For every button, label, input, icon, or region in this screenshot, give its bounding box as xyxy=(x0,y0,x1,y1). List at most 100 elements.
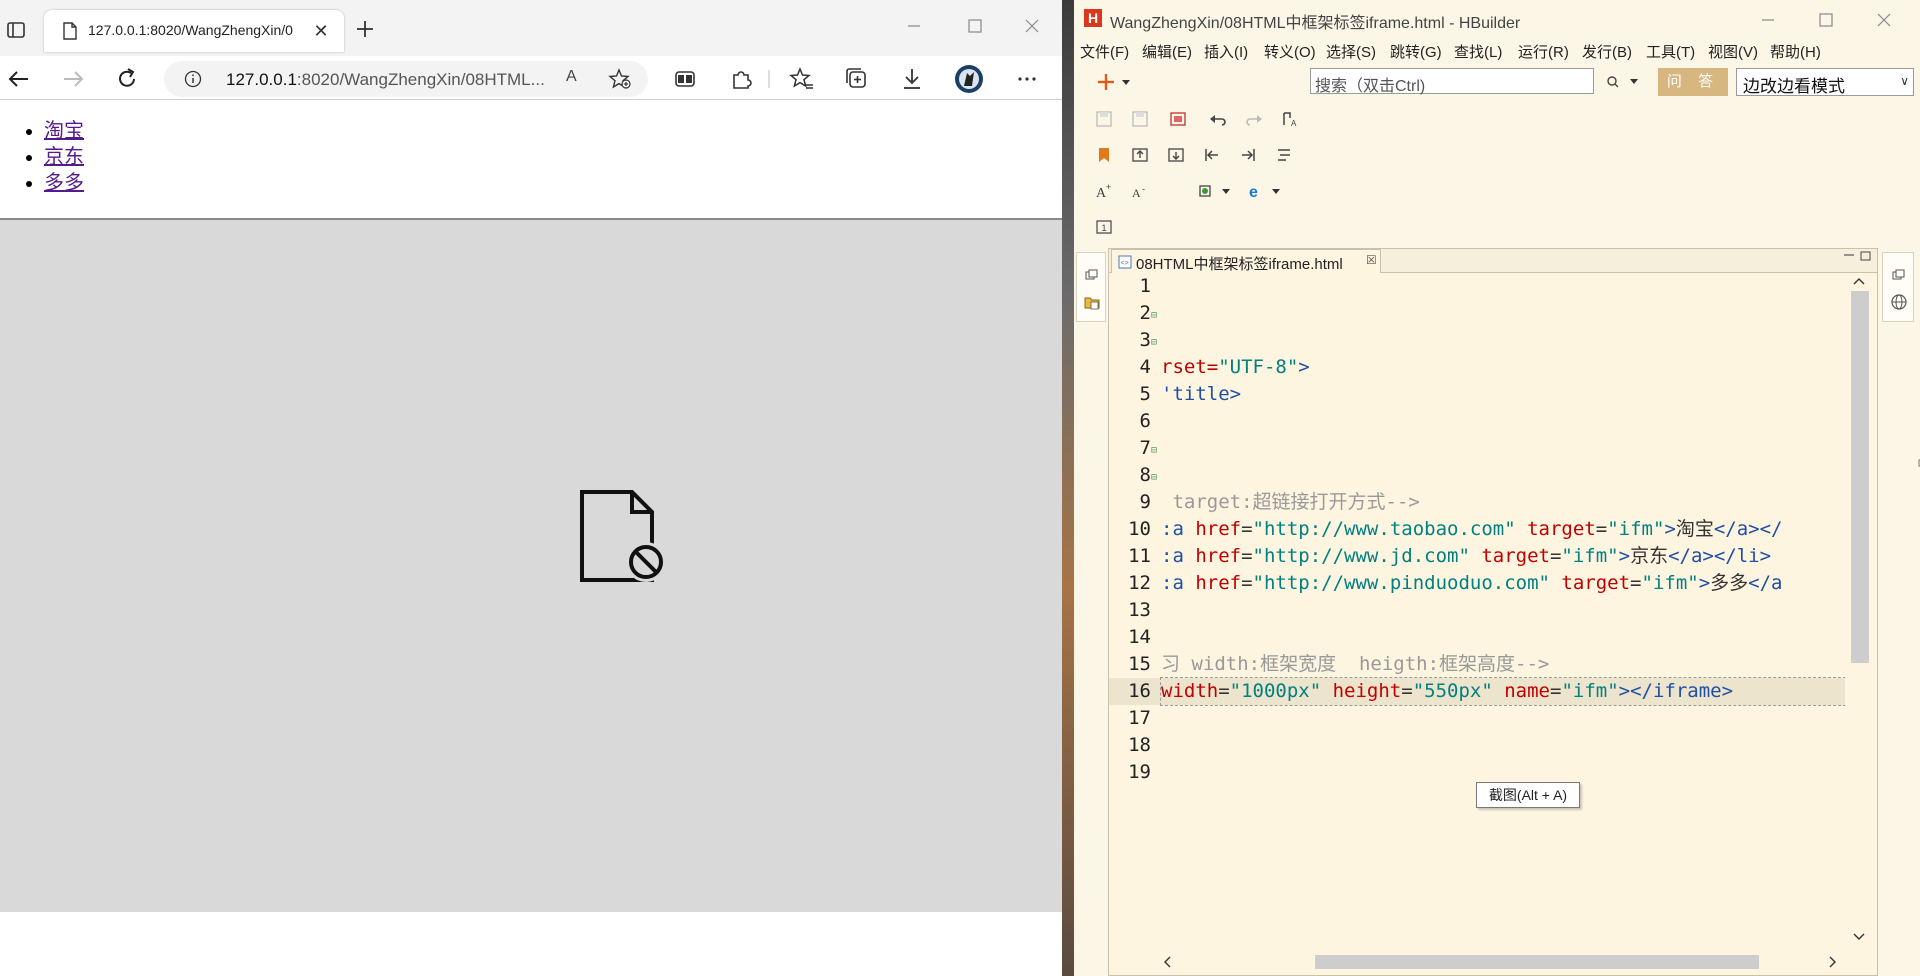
prev-bookmark-icon[interactable] xyxy=(1130,146,1150,164)
code-line[interactable]: 14 xyxy=(1109,624,1845,651)
downloads-icon[interactable] xyxy=(899,66,925,92)
next-bookmark-icon[interactable] xyxy=(1166,146,1186,164)
horizontal-scrollbar[interactable] xyxy=(1161,951,1845,973)
more-options-icon[interactable] xyxy=(1014,66,1040,92)
editor-tab[interactable]: <> 08HTML中框架标签iframe.html ☒ xyxy=(1111,249,1381,273)
address-bar[interactable]: 127.0.0.1:8020/WangZhengXin/08HTML... A xyxy=(164,61,648,97)
run-icon[interactable] xyxy=(1168,110,1188,128)
split-screen-icon[interactable] xyxy=(672,66,698,92)
code-line[interactable]: 2 ⊟ xyxy=(1109,300,1845,327)
minimize-button[interactable] xyxy=(900,14,928,38)
code-line[interactable]: 4 rset="UTF-8"> xyxy=(1109,354,1845,381)
hb-maximize-button[interactable] xyxy=(1812,8,1840,32)
bookmark-icon[interactable] xyxy=(1094,146,1114,164)
collections-icon[interactable] xyxy=(844,66,870,92)
menu-run[interactable]: 运行(R) xyxy=(1518,41,1569,61)
code-area[interactable]: 1 2 ⊟ 3 ⊟ 4 rset="UTF-8"> 5'title> 6 7 ⊟ 8 ⊟ 9 target… xyxy=(1109,273,1845,947)
extensions-icon[interactable] xyxy=(728,66,754,92)
menu-file[interactable]: 文件(F) xyxy=(1080,41,1129,61)
search-input[interactable]: 搜索（双击Ctrl) xyxy=(1310,68,1594,95)
ask-button[interactable]: 问 答 xyxy=(1658,68,1728,96)
outline-icon[interactable] xyxy=(1274,146,1294,164)
fold-toggle-icon[interactable]: ⊟ xyxy=(1151,464,1161,491)
menu-escape[interactable]: 转义(O) xyxy=(1264,41,1316,61)
browser-tab[interactable]: 127.0.0.1:8020/WangZhengXin/0 ✕ xyxy=(44,10,344,52)
new-file-icon[interactable] xyxy=(1096,70,1132,94)
fold-toggle-icon[interactable]: ⊟ xyxy=(1151,329,1161,356)
site-info-icon[interactable] xyxy=(184,70,202,88)
line-number-icon[interactable]: 1 xyxy=(1094,218,1114,236)
vertical-scrollbar[interactable] xyxy=(1845,273,1877,947)
menu-view[interactable]: 视图(V) xyxy=(1708,41,1758,61)
menu-select[interactable]: 选择(S) xyxy=(1326,41,1376,61)
new-tab-button[interactable] xyxy=(352,16,378,42)
back-icon[interactable] xyxy=(6,66,32,92)
code-line[interactable]: 3 ⊟ xyxy=(1109,327,1845,354)
favorites-icon[interactable] xyxy=(789,66,815,92)
scroll-left-icon[interactable] xyxy=(1161,955,1175,969)
forward-icon[interactable] xyxy=(60,66,86,92)
view-mode-select[interactable]: 边改边看模式 ∨ xyxy=(1736,68,1914,96)
code-line[interactable]: 9 target:超链接打开方式--> xyxy=(1109,489,1845,516)
save-all-icon[interactable] xyxy=(1130,110,1150,128)
scroll-up-icon[interactable] xyxy=(1852,275,1866,287)
horizontal-scroll-thumb[interactable] xyxy=(1315,955,1759,969)
fold-toggle-icon[interactable]: ⊟ xyxy=(1151,302,1161,329)
add-favorite-icon[interactable] xyxy=(608,68,632,90)
menu-edit[interactable]: 编辑(E) xyxy=(1142,41,1192,61)
menu-insert[interactable]: 插入(I) xyxy=(1204,41,1248,61)
tab-close-button[interactable]: ✕ xyxy=(312,22,330,40)
link-taobao[interactable]: 淘宝 xyxy=(44,120,84,142)
menu-goto[interactable]: 跳转(G) xyxy=(1390,41,1442,61)
code-line[interactable]: 6 xyxy=(1109,408,1845,435)
hb-minimize-button[interactable] xyxy=(1754,8,1782,32)
menu-help[interactable]: 帮助(H) xyxy=(1770,41,1821,61)
restore-panel-icon[interactable] xyxy=(1085,269,1099,281)
editor-minmax-icons[interactable] xyxy=(1841,249,1875,263)
font-decrease-icon[interactable]: A- xyxy=(1130,182,1150,200)
tab-actions-icon[interactable] xyxy=(6,20,26,40)
editor-tab-close-icon[interactable]: ☒ xyxy=(1366,253,1380,269)
close-window-button[interactable] xyxy=(1018,14,1046,38)
format-icon[interactable]: A xyxy=(1280,110,1300,128)
search-icon[interactable] xyxy=(1604,72,1644,92)
edge-browser-icon[interactable]: e xyxy=(1248,182,1284,200)
iframe-frame[interactable] xyxy=(0,218,1062,912)
fold-toggle-icon[interactable]: ⊟ xyxy=(1151,437,1161,464)
code-line[interactable]: 8 ⊟ xyxy=(1109,462,1845,489)
code-line[interactable]: 12:a href="http://www.pinduoduo.com" tar… xyxy=(1109,570,1845,597)
url-text[interactable]: 127.0.0.1:8020/WangZhengXin/08HTML... xyxy=(226,70,556,90)
code-line[interactable]: 16 width="1000px" height="550px" name="if… xyxy=(1109,677,1845,706)
code-line[interactable]: 11:a href="http://www.jd.com" target="if… xyxy=(1109,543,1845,570)
hb-close-button[interactable] xyxy=(1870,8,1898,32)
profile-avatar-icon[interactable] xyxy=(954,64,984,94)
refresh-icon[interactable] xyxy=(114,66,140,92)
restore-outline-icon[interactable] xyxy=(1892,269,1906,281)
goto-end-icon[interactable] xyxy=(1238,146,1258,164)
link-duoduo[interactable]: 多多 xyxy=(44,172,84,194)
menu-tools[interactable]: 工具(T) xyxy=(1646,41,1695,61)
code-line[interactable]: 5 'title> xyxy=(1109,381,1845,408)
code-line[interactable]: 18 xyxy=(1109,732,1845,759)
menu-publish[interactable]: 发行(B) xyxy=(1582,41,1632,61)
read-aloud-icon[interactable]: A xyxy=(566,68,590,90)
vertical-scroll-thumb[interactable] xyxy=(1851,291,1869,663)
project-explorer-icon[interactable] xyxy=(1083,293,1101,311)
code-line[interactable]: 13 xyxy=(1109,597,1845,624)
sync-run-icon[interactable] xyxy=(1198,182,1234,200)
menu-find[interactable]: 查找(L) xyxy=(1454,41,1502,61)
goto-start-icon[interactable] xyxy=(1202,146,1222,164)
code-line[interactable]: 1 xyxy=(1109,273,1845,300)
code-line[interactable]: 15 习 width:框架宽度 heigth:框架高度--> xyxy=(1109,651,1845,678)
font-increase-icon[interactable]: A + xyxy=(1094,182,1114,200)
code-line[interactable]: 17 xyxy=(1109,705,1845,732)
scroll-right-icon[interactable] xyxy=(1825,955,1839,969)
web-browser-view-icon[interactable] xyxy=(1890,293,1908,311)
link-jd[interactable]: 京东 xyxy=(44,146,84,168)
redo-icon[interactable] xyxy=(1244,110,1264,128)
save-icon[interactable] xyxy=(1094,110,1114,128)
code-line[interactable]: 7 ⊟ xyxy=(1109,435,1845,462)
scroll-down-icon[interactable] xyxy=(1852,931,1866,943)
undo-icon[interactable] xyxy=(1208,110,1228,128)
code-line[interactable]: 10:a href="http://www.taobao.com" target… xyxy=(1109,516,1845,543)
